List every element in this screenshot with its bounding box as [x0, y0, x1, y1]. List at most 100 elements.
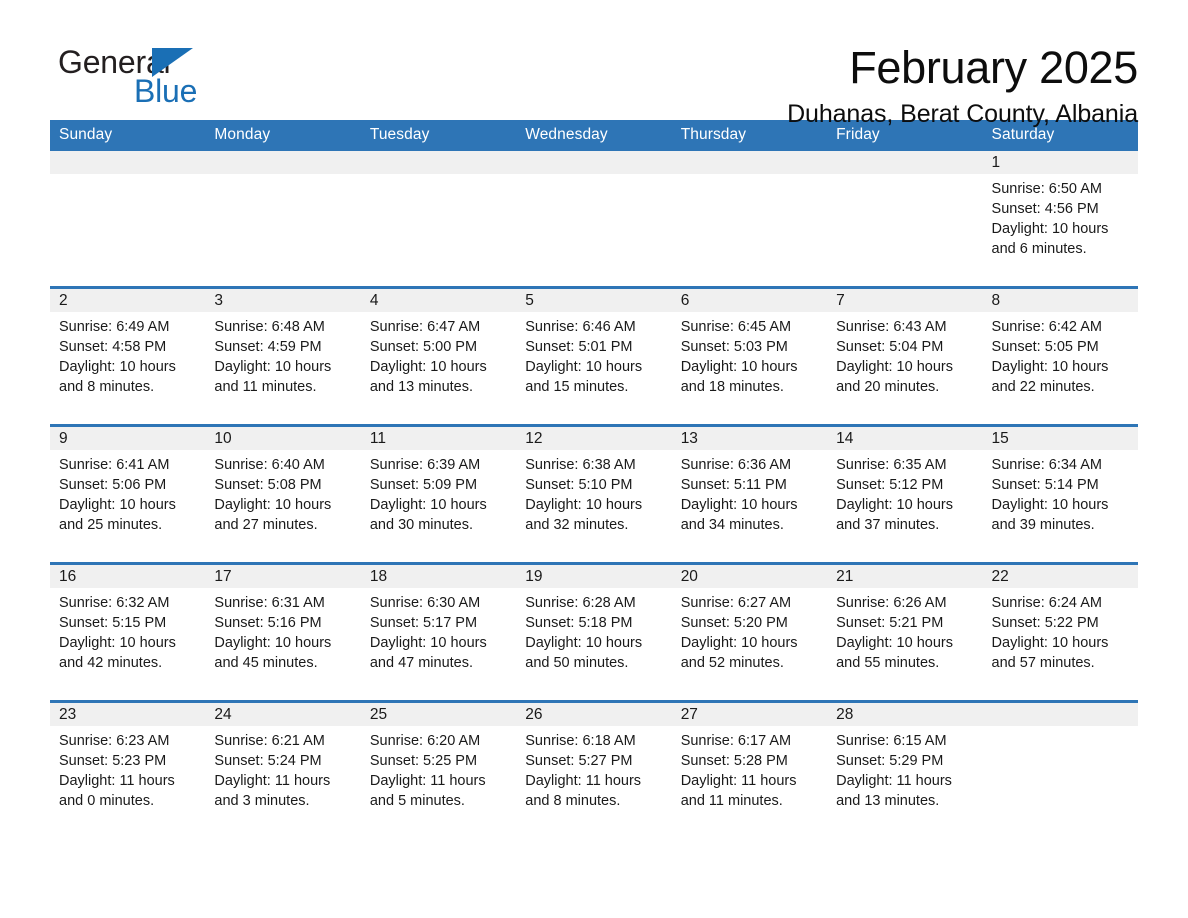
day-details: Sunrise: 6:30 AM Sunset: 5:17 PM Daylight:… [361, 588, 516, 673]
day-details: Sunrise: 6:26 AM Sunset: 5:21 PM Daylight:… [827, 588, 982, 673]
day-cell-empty [982, 700, 1138, 838]
day-cell-content: 12 Sunrise: 6:38 AM Sunset: 5:10 PM Dayligh… [516, 427, 672, 562]
day-number: 8 [982, 289, 1138, 312]
day-number [516, 151, 672, 174]
day-number: 5 [516, 289, 672, 312]
sunrise-text: Sunrise: 6:39 AM [369, 457, 481, 473]
day-cell[interactable]: 8 Sunrise: 6:42 AM Sunset: 5:05 PM Daylight… [982, 286, 1138, 426]
sunset-text: Sunset: 5:09 PM [369, 477, 478, 493]
day-cell[interactable]: 5 Sunrise: 6:46 AM Sunset: 5:01 PM Daylight… [516, 286, 672, 426]
daylight-text: Daylight: 11 hours and 5 minutes. [369, 773, 486, 809]
day-cell-content: 26 Sunrise: 6:18 AM Sunset: 5:27 PM Dayligh… [516, 703, 672, 838]
sunrise-text: Sunrise: 6:21 AM [214, 733, 325, 749]
sunset-text: Sunset: 5:05 PM [991, 339, 1099, 355]
day-details: Sunrise: 6:35 AM Sunset: 5:12 PM Daylight:… [827, 450, 982, 535]
sunset-text: Sunset: 5:08 PM [214, 477, 322, 493]
sunset-text: Sunset: 4:59 PM [214, 339, 322, 355]
day-number: 21 [827, 565, 983, 588]
day-cell[interactable]: 4 Sunrise: 6:47 AM Sunset: 5:00 PM Daylight… [360, 286, 517, 426]
day-cell-empty [671, 151, 828, 288]
location-subtitle: Duhanas, Berat County, Albania [787, 100, 1138, 129]
day-cell[interactable]: 9 Sunrise: 6:41 AM Sunset: 5:06 PM Daylight… [50, 424, 206, 564]
daylight-text: Daylight: 11 hours and 3 minutes. [214, 773, 331, 809]
day-cell[interactable]: 14 Sunrise: 6:35 AM Sunset: 5:12 PM Dayligh… [827, 424, 983, 564]
day-number [982, 703, 1138, 726]
sunrise-text: Sunrise: 6:36 AM [680, 457, 792, 473]
day-details: Sunrise: 6:32 AM Sunset: 5:15 PM Daylight:… [50, 588, 205, 673]
day-cell-empty [516, 151, 672, 288]
title-block: February 2025 Duhanas, Berat County, Alb… [50, 44, 1138, 129]
day-cell-content: 25 Sunrise: 6:20 AM Sunset: 5:25 PM Dayligh… [360, 703, 517, 838]
sunset-text: Sunset: 5:17 PM [369, 615, 478, 631]
sunrise-text: Sunrise: 6:15 AM [836, 733, 947, 749]
sunset-text: Sunset: 5:12 PM [836, 477, 944, 493]
day-details: Sunrise: 6:49 AM Sunset: 4:58 PM Daylight:… [50, 312, 205, 397]
day-cell-content: 24 Sunrise: 6:21 AM Sunset: 5:24 PM Dayligh… [205, 703, 361, 838]
day-cell[interactable]: 20 Sunrise: 6:27 AM Sunset: 5:20 PM Dayligh… [671, 562, 828, 702]
day-cell-empty [827, 151, 983, 288]
day-cell[interactable]: 2 Sunrise: 6:49 AM Sunset: 4:58 PM Daylight… [50, 286, 206, 426]
day-cell-content: 27 Sunrise: 6:17 AM Sunset: 5:28 PM Dayligh… [671, 703, 828, 838]
day-details: Sunrise: 6:42 AM Sunset: 5:05 PM Daylight:… [983, 312, 1138, 397]
sunrise-text: Sunrise: 6:18 AM [525, 733, 636, 749]
day-details: Sunrise: 6:20 AM Sunset: 5:25 PM Daylight:… [361, 726, 516, 811]
sunset-text: Sunset: 4:56 PM [991, 201, 1099, 217]
day-cell-content: 7 Sunrise: 6:43 AM Sunset: 5:04 PM Daylight… [827, 289, 983, 424]
day-number: 23 [50, 703, 206, 726]
daylight-text: Daylight: 10 hours and 8 minutes. [59, 359, 176, 395]
sunrise-text: Sunrise: 6:20 AM [369, 733, 481, 749]
generalblue-logo[interactable]: General Blue [58, 46, 197, 107]
day-cell-content [205, 151, 361, 286]
day-number [827, 151, 983, 174]
calendar-week-row: 16 Sunrise: 6:32 AM Sunset: 5:15 PM Dayligh… [50, 562, 1138, 702]
calendar-page: General Blue February 2025 Duhanas, Bera… [0, 0, 1188, 918]
day-cell[interactable]: 26 Sunrise: 6:18 AM Sunset: 5:27 PM Dayligh… [516, 700, 672, 838]
day-cell[interactable]: 15 Sunrise: 6:34 AM Sunset: 5:14 PM Dayligh… [982, 424, 1138, 564]
day-number: 15 [982, 427, 1138, 450]
day-cell-content: 16 Sunrise: 6:32 AM Sunset: 5:15 PM Dayligh… [50, 565, 206, 700]
daylight-text: Daylight: 11 hours and 0 minutes. [59, 773, 175, 809]
day-number [671, 151, 828, 174]
sunrise-text: Sunrise: 6:45 AM [680, 319, 792, 335]
sunset-text: Sunset: 5:01 PM [525, 339, 633, 355]
sunrise-text: Sunrise: 6:49 AM [59, 319, 170, 335]
day-cell[interactable]: 7 Sunrise: 6:43 AM Sunset: 5:04 PM Daylight… [827, 286, 983, 426]
day-cell[interactable]: 1 Sunrise: 6:50 AM Sunset: 4:56 PM Daylight… [982, 151, 1138, 288]
day-cell-content: 1 Sunrise: 6:50 AM Sunset: 4:56 PM Daylight… [982, 151, 1138, 286]
day-cell[interactable]: 17 Sunrise: 6:31 AM Sunset: 5:16 PM Dayligh… [205, 562, 361, 702]
day-cell-content: 21 Sunrise: 6:26 AM Sunset: 5:21 PM Dayligh… [827, 565, 983, 700]
day-cell[interactable]: 11 Sunrise: 6:39 AM Sunset: 5:09 PM Dayligh… [360, 424, 517, 564]
day-number: 14 [827, 427, 983, 450]
day-cell[interactable]: 19 Sunrise: 6:28 AM Sunset: 5:18 PM Dayligh… [516, 562, 672, 702]
day-cell[interactable]: 21 Sunrise: 6:26 AM Sunset: 5:21 PM Dayligh… [827, 562, 983, 702]
day-details: Sunrise: 6:38 AM Sunset: 5:10 PM Daylight:… [516, 450, 671, 535]
sunrise-sunset-calendar: Sunday Monday Tuesday Wednesday Thursday Frid… [50, 120, 1138, 838]
day-cell[interactable]: 23 Sunrise: 6:23 AM Sunset: 5:23 PM Dayligh… [50, 700, 206, 838]
day-number [360, 151, 517, 174]
sunrise-text: Sunrise: 6:38 AM [525, 457, 636, 473]
day-cell[interactable]: 24 Sunrise: 6:21 AM Sunset: 5:24 PM Dayligh… [205, 700, 361, 838]
day-cell[interactable]: 6 Sunrise: 6:45 AM Sunset: 5:03 PM Daylight… [671, 286, 828, 426]
day-cell[interactable]: 12 Sunrise: 6:38 AM Sunset: 5:10 PM Dayligh… [516, 424, 672, 564]
day-cell[interactable]: 25 Sunrise: 6:20 AM Sunset: 5:25 PM Dayligh… [360, 700, 517, 838]
day-cell[interactable]: 13 Sunrise: 6:36 AM Sunset: 5:11 PM Dayligh… [671, 424, 828, 564]
day-cell-content: 11 Sunrise: 6:39 AM Sunset: 5:09 PM Dayligh… [360, 427, 517, 562]
daylight-text: Daylight: 10 hours and 55 minutes. [836, 635, 953, 671]
day-cell[interactable]: 16 Sunrise: 6:32 AM Sunset: 5:15 PM Dayligh… [50, 562, 206, 702]
day-cell[interactable]: 28 Sunrise: 6:15 AM Sunset: 5:29 PM Dayligh… [827, 700, 983, 838]
sunrise-text: Sunrise: 6:34 AM [991, 457, 1102, 473]
sunset-text: Sunset: 5:03 PM [680, 339, 788, 355]
day-cell[interactable]: 3 Sunrise: 6:48 AM Sunset: 4:59 PM Daylight… [205, 286, 361, 426]
daylight-text: Daylight: 10 hours and 52 minutes. [680, 635, 798, 671]
day-cell[interactable]: 10 Sunrise: 6:40 AM Sunset: 5:08 PM Dayligh… [205, 424, 361, 564]
day-cell-content: 19 Sunrise: 6:28 AM Sunset: 5:18 PM Dayligh… [516, 565, 672, 700]
daylight-text: Daylight: 10 hours and 27 minutes. [214, 497, 332, 533]
day-cell[interactable]: 18 Sunrise: 6:30 AM Sunset: 5:17 PM Dayligh… [360, 562, 517, 702]
day-cell[interactable]: 27 Sunrise: 6:17 AM Sunset: 5:28 PM Dayligh… [671, 700, 828, 838]
day-cell-content [516, 151, 672, 286]
day-number: 22 [982, 565, 1138, 588]
day-details: Sunrise: 6:23 AM Sunset: 5:23 PM Daylight:… [50, 726, 205, 811]
sunrise-text: Sunrise: 6:48 AM [214, 319, 325, 335]
day-cell[interactable]: 22 Sunrise: 6:24 AM Sunset: 5:22 PM Dayligh… [982, 562, 1138, 702]
daylight-text: Daylight: 10 hours and 57 minutes. [991, 635, 1109, 671]
